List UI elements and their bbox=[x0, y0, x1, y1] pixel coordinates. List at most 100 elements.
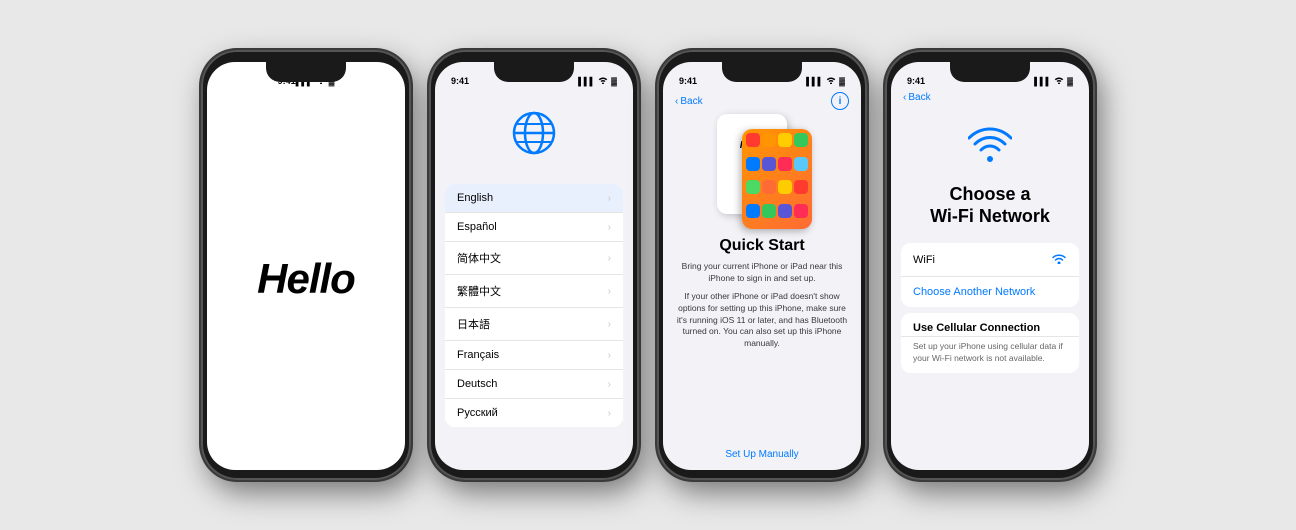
chevron-chinese-traditional-icon: › bbox=[608, 286, 611, 297]
back-button-3[interactable]: ‹ Back bbox=[675, 96, 703, 107]
notch-2 bbox=[494, 62, 574, 82]
hello-label: Hello bbox=[257, 255, 355, 303]
lang-item-chinese-simplified[interactable]: 简体中文 › bbox=[445, 242, 623, 275]
signal-icon-4: ▌▌▌ bbox=[1034, 77, 1051, 86]
chevron-german-icon: › bbox=[608, 379, 611, 390]
lang-name-japanese: 日本語 bbox=[457, 316, 490, 332]
lang-item-espanol[interactable]: Español › bbox=[445, 213, 623, 242]
lang-item-english[interactable]: English › bbox=[445, 184, 623, 213]
chevron-chinese-simplified-icon: › bbox=[608, 253, 611, 264]
back-label-3: Back bbox=[680, 96, 702, 107]
battery-icon-4: ▓ bbox=[1067, 77, 1073, 86]
signal-icon-3: ▌▌▌ bbox=[806, 77, 823, 86]
language-list: English › Español › 简体中文 › 繁體中文 › 日本語 bbox=[445, 184, 623, 427]
back-label-4: Back bbox=[908, 92, 930, 103]
wifi-network-name: WiFi bbox=[913, 254, 935, 266]
phone-quickstart-screen: 9:41 ▌▌▌ ▓ ‹ Back i bbox=[663, 62, 861, 470]
quickstart-title: Quick Start bbox=[719, 237, 804, 255]
lang-name-chinese-traditional: 繁體中文 bbox=[457, 283, 501, 299]
app-orange bbox=[762, 133, 776, 147]
app-blue bbox=[746, 157, 760, 171]
signal-icon-2: ▌▌▌ bbox=[578, 77, 595, 86]
chevron-russian-icon: › bbox=[608, 408, 611, 419]
lang-name-espanol: Español bbox=[457, 221, 497, 233]
back-button-4[interactable]: ‹ Back bbox=[903, 92, 931, 103]
phone-wifi: 9:41 ▌▌▌ ▓ ‹ Back bbox=[885, 50, 1095, 480]
lang-name-german: Deutsch bbox=[457, 378, 497, 390]
illus-front-phone bbox=[742, 129, 812, 229]
quickstart-content: Hello bbox=[663, 114, 861, 470]
notch-4 bbox=[950, 62, 1030, 82]
app-lightblue bbox=[794, 157, 808, 171]
lang-name-chinese-simplified: 简体中文 bbox=[457, 250, 501, 266]
app-purple bbox=[762, 157, 776, 171]
app-darkorange bbox=[762, 180, 776, 194]
app-red2 bbox=[794, 180, 808, 194]
phone-language-screen: 9:41 ▌▌▌ ▓ bbox=[435, 62, 633, 470]
wifi-icon-status-3 bbox=[826, 76, 836, 86]
status-icons-2: ▌▌▌ ▓ bbox=[578, 76, 617, 86]
phone-hello: 9:41 ▌▌▌ ▓ Hello bbox=[201, 50, 411, 480]
notch-3 bbox=[722, 62, 802, 82]
nav-bar-4: ‹ Back bbox=[891, 88, 1089, 107]
app-gold bbox=[778, 180, 792, 194]
lang-item-french[interactable]: Français › bbox=[445, 341, 623, 370]
globe-icon bbox=[435, 88, 633, 184]
battery-icon-2: ▓ bbox=[611, 77, 617, 86]
wifi-network-item[interactable]: WiFi bbox=[901, 243, 1079, 277]
lang-name-english: English bbox=[457, 192, 493, 204]
choose-another-network-label: Choose Another Network bbox=[913, 286, 1035, 298]
app-grid bbox=[742, 129, 812, 229]
status-icons-4: ▌▌▌ ▓ bbox=[1034, 76, 1073, 86]
chevron-french-icon: › bbox=[608, 350, 611, 361]
choose-another-network-item[interactable]: Choose Another Network bbox=[901, 277, 1079, 307]
status-time-4: 9:41 bbox=[907, 76, 925, 86]
wifi-signal-icon bbox=[1051, 252, 1067, 267]
wifi-networks-card: WiFi Choose Another Network bbox=[901, 243, 1079, 307]
battery-icon-3: ▓ bbox=[839, 77, 845, 86]
chevron-english-icon: › bbox=[608, 193, 611, 204]
lang-name-french: Français bbox=[457, 349, 499, 361]
app-green2 bbox=[762, 204, 776, 218]
status-time-2: 9:41 bbox=[451, 76, 469, 86]
chevron-japanese-icon: › bbox=[608, 319, 611, 330]
app-red bbox=[746, 133, 760, 147]
lang-item-japanese[interactable]: 日本語 › bbox=[445, 308, 623, 341]
phone-language: 9:41 ▌▌▌ ▓ bbox=[429, 50, 639, 480]
wifi-page-title: Choose aWi-Fi Network bbox=[891, 184, 1089, 227]
wifi-icon-status-4 bbox=[1054, 76, 1064, 86]
status-icons-3: ▌▌▌ ▓ bbox=[806, 76, 845, 86]
quickstart-body2: If your other iPhone or iPad doesn't sho… bbox=[673, 291, 851, 350]
lang-name-russian: Русский bbox=[457, 407, 498, 419]
notch-1 bbox=[266, 62, 346, 82]
app-pink2 bbox=[794, 204, 808, 218]
wifi-title-text: Choose aWi-Fi Network bbox=[930, 184, 1050, 226]
hello-center: Hello bbox=[257, 88, 355, 470]
app-green bbox=[794, 133, 808, 147]
quickstart-body1: Bring your current iPhone or iPad near t… bbox=[673, 261, 851, 285]
lang-item-chinese-traditional[interactable]: 繁體中文 › bbox=[445, 275, 623, 308]
back-chevron-icon-3: ‹ bbox=[675, 96, 678, 107]
phones-container: 9:41 ▌▌▌ ▓ Hello 9:41 ▌▌▌ bbox=[171, 30, 1125, 500]
setup-manually-button[interactable]: Set Up Manually bbox=[725, 449, 798, 470]
info-icon-3: i bbox=[839, 96, 842, 107]
phone-hello-screen: 9:41 ▌▌▌ ▓ Hello bbox=[207, 62, 405, 470]
status-time-3: 9:41 bbox=[679, 76, 697, 86]
app-lightgreen bbox=[746, 180, 760, 194]
cellular-title: Use Cellular Connection bbox=[901, 313, 1079, 337]
app-purple2 bbox=[778, 204, 792, 218]
app-blue2 bbox=[746, 204, 760, 218]
lang-item-russian[interactable]: Русский › bbox=[445, 399, 623, 427]
nav-bar-3: ‹ Back i bbox=[663, 88, 861, 114]
back-chevron-icon-4: ‹ bbox=[903, 92, 906, 103]
cellular-description: Set up your iPhone using cellular data i… bbox=[901, 337, 1079, 373]
phone-illustration: Hello bbox=[707, 114, 817, 229]
info-button-3[interactable]: i bbox=[831, 92, 849, 110]
phone-quickstart: 9:41 ▌▌▌ ▓ ‹ Back i bbox=[657, 50, 867, 480]
app-pink bbox=[778, 157, 792, 171]
lang-item-german[interactable]: Deutsch › bbox=[445, 370, 623, 399]
app-yellow bbox=[778, 133, 792, 147]
wifi-icon-2 bbox=[598, 76, 608, 86]
chevron-espanol-icon: › bbox=[608, 222, 611, 233]
phone-wifi-screen: 9:41 ▌▌▌ ▓ ‹ Back bbox=[891, 62, 1089, 470]
